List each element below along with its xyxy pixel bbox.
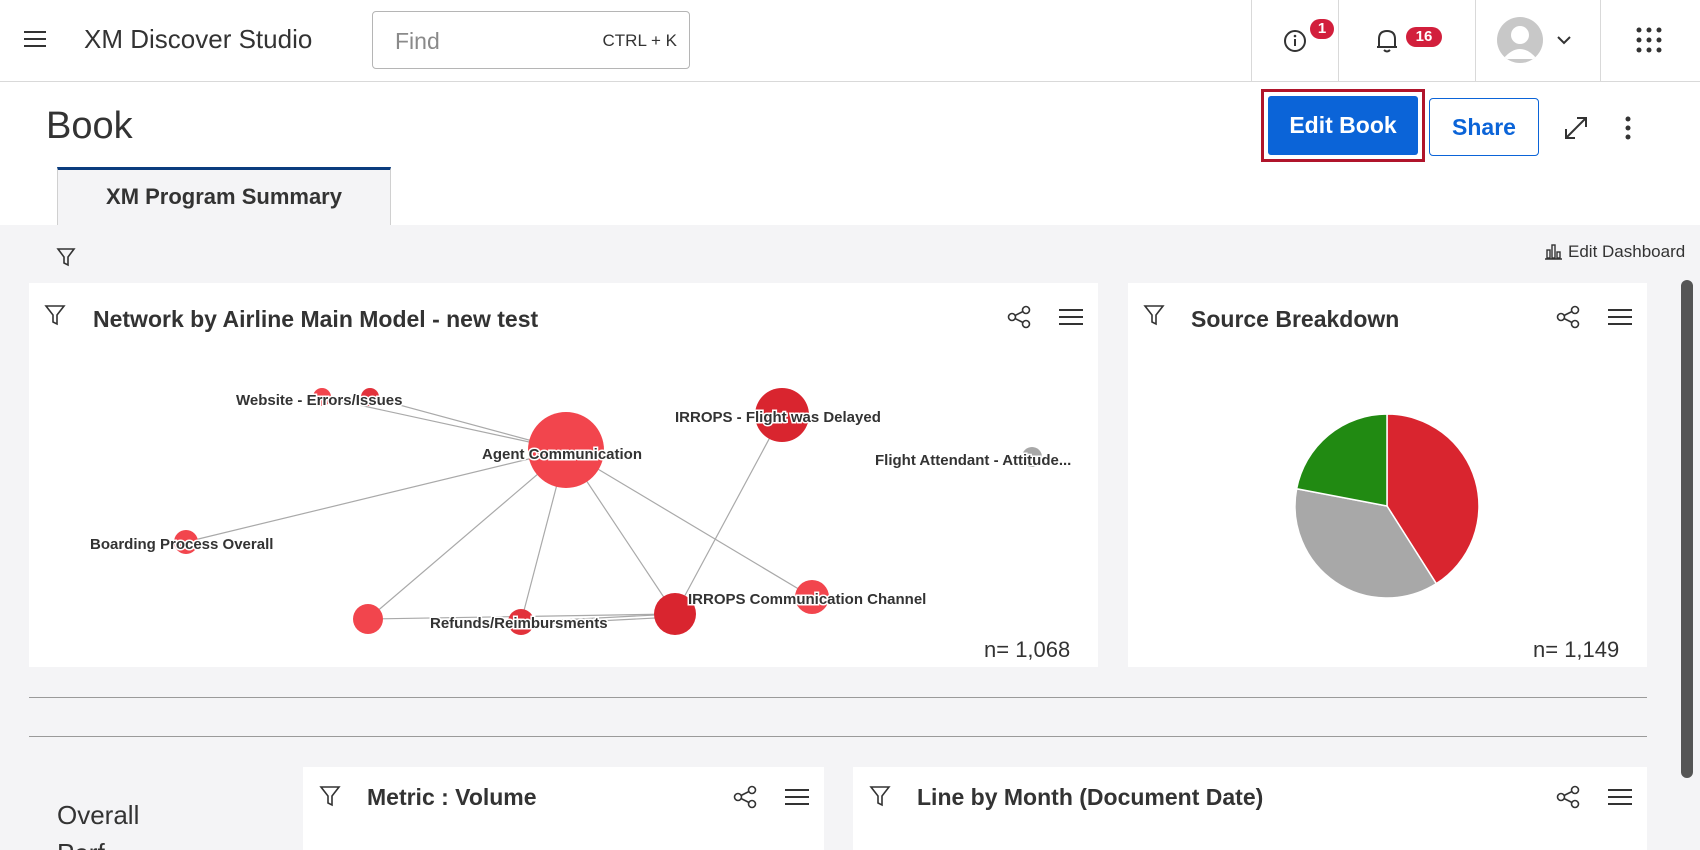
row-divider [29,736,1647,737]
section-label: Overall [57,800,140,830]
share-icon[interactable] [1556,785,1580,809]
avatar[interactable] [1497,17,1543,63]
network-node-label: Boarding Process Overall [90,536,273,553]
bell-badge: 16 [1406,27,1442,47]
network-edge [674,414,783,615]
sample-size-label: n= 1,068 [984,637,1071,662]
filter-icon[interactable] [869,785,891,807]
network-node[interactable] [353,604,383,634]
edit-book-button[interactable]: Edit Book [1268,96,1418,155]
more-options-icon[interactable] [1623,115,1633,141]
top-bar: XM Discover Studio CTRL + K 1 16 [0,0,1700,82]
chevron-down-icon[interactable] [1555,33,1573,47]
topbar-divider [1251,0,1252,82]
widget-title: Metric : Volume [367,784,537,810]
network-node-label: IRROPS Communication Channel [688,591,926,608]
network-node-label: IRROPS - Flight was Delayed [675,409,881,426]
network-graph: Website - Errors/Issues IRROPS - Flight … [89,388,1073,635]
edit-dashboard-link[interactable]: Edit Dashboard [1568,242,1685,262]
pie-chart [1294,413,1480,599]
section-label: Perf [57,838,105,850]
bar-chart-icon [1545,242,1562,260]
network-edge [565,449,813,598]
info-badge: 1 [1310,19,1334,39]
menu-icon[interactable] [24,31,46,49]
network-node-label: Website - Errors/Issues [236,392,402,409]
search-input[interactable] [395,26,575,56]
network-edge [185,449,567,543]
filter-icon[interactable] [56,247,76,267]
topbar-divider [1600,0,1601,82]
topbar-divider [1338,0,1339,82]
expand-icon[interactable] [1563,115,1589,141]
tab-xm-program-summary[interactable]: XM Program Summary [57,167,391,226]
network-widget: Network by Airline Main Model - new test [29,283,1098,667]
network-node-label: Refunds/Reimbursments [430,615,608,632]
filter-icon[interactable] [319,785,341,807]
edit-book-highlight: Edit Book [1261,89,1425,162]
app-title: XM Discover Studio [84,24,313,54]
info-icon[interactable] [1282,28,1308,54]
share-icon[interactable] [733,785,757,809]
network-edge [367,449,567,620]
widget-menu-icon[interactable] [1608,787,1632,807]
page-title: Book [46,105,133,147]
sample-size-label: n= 1,149 [1533,637,1620,662]
line-by-month-widget: Line by Month (Document Date) [853,767,1647,850]
topbar-divider [1475,0,1476,82]
source-breakdown-widget: Source Breakdown n= 1,149 [1128,283,1647,667]
row-divider [29,697,1647,698]
widget-menu-icon[interactable] [785,787,809,807]
network-node-label: Flight Attendant - Attitude... [875,452,1071,469]
bell-icon[interactable] [1374,26,1400,54]
app-launcher-icon[interactable] [1636,27,1662,53]
search-shortcut-hint: CTRL + K [602,31,677,50]
network-node-label: Agent Communication [482,446,642,463]
widget-title: Line by Month (Document Date) [917,784,1264,810]
search-box[interactable]: CTRL + K [372,11,690,69]
scrollbar[interactable] [1681,280,1693,778]
metric-volume-widget: Metric : Volume [303,767,824,850]
share-button[interactable]: Share [1429,98,1539,156]
